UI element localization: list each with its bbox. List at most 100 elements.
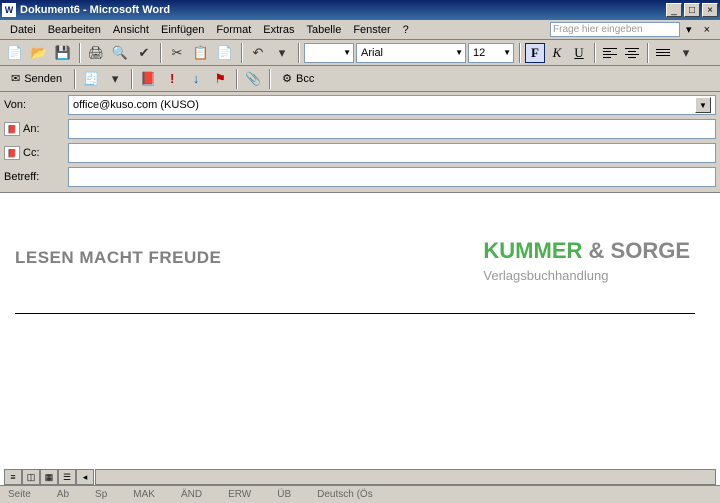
spellcheck-button[interactable]: ✔ <box>133 42 155 64</box>
cc-field[interactable] <box>68 143 716 163</box>
betreff-field[interactable] <box>68 167 716 187</box>
new-doc-button[interactable]: 📄 <box>4 42 26 64</box>
outline-view-button[interactable]: ☰ <box>58 469 76 485</box>
von-row: Von: office@kuso.com (KUSO) ▼ <box>4 94 716 116</box>
send-label: Senden <box>24 73 62 85</box>
word-icon: W <box>2 3 16 17</box>
company-name-green: KUMMER <box>483 238 582 263</box>
send-button[interactable]: ✉ Senden <box>4 68 69 90</box>
status-mak: MAK <box>129 489 159 500</box>
options-button[interactable]: ⚙ Bcc <box>275 68 321 90</box>
align-center-button[interactable] <box>622 43 642 63</box>
an-label[interactable]: 📕An: <box>4 122 64 136</box>
cc-label-text: Cc: <box>23 147 40 159</box>
menu-dropdown-arrow[interactable]: ▾ <box>680 21 698 38</box>
accounts-button[interactable]: 🧾 <box>80 68 102 90</box>
font-name: Arial <box>361 47 383 59</box>
menu-ansicht[interactable]: Ansicht <box>107 22 155 38</box>
betreff-label: Betreff: <box>4 171 64 183</box>
normal-view-button[interactable]: ≡ <box>4 469 22 485</box>
maximize-button[interactable]: □ <box>684 3 700 17</box>
horizontal-rule <box>15 313 695 314</box>
ask-question-box[interactable]: Frage hier eingeben <box>550 22 680 37</box>
scroll-left-button[interactable]: ◂ <box>76 469 94 485</box>
paste-button[interactable]: 📄 <box>214 42 236 64</box>
von-dropdown-arrow[interactable]: ▼ <box>695 97 711 113</box>
status-bar: Seite Ab Sp MAK ÄND ERW ÜB Deutsch (Ös <box>0 485 720 503</box>
italic-button[interactable]: K <box>547 43 567 63</box>
standard-toolbar: 📄 📂 💾 🖨 🔍 ✔ ✂ 📋 📄 ↶ ▾ ▼ Arial▼ 12▼ F K U… <box>0 40 720 66</box>
mail-toolbar: ✉ Senden 🧾 ▾ 📕 ! ↓ ⚑ 📎 ⚙ Bcc <box>0 66 720 92</box>
von-label: Von: <box>4 99 64 111</box>
style-dropdown[interactable]: ▼ <box>304 43 354 63</box>
status-ab: Ab <box>53 489 73 500</box>
addressbook-icon: 📕 <box>4 122 20 136</box>
font-size: 12 <box>473 47 485 59</box>
open-button[interactable]: 📂 <box>28 42 50 64</box>
slogan-text: LESEN MACHT FREUDE <box>15 248 221 268</box>
company-name: KUMMER & SORGE <box>483 238 690 264</box>
copy-button[interactable]: 📋 <box>190 42 212 64</box>
underline-button[interactable]: U <box>569 43 589 63</box>
window-title: Dokument6 - Microsoft Word <box>20 4 666 16</box>
toolbar-options-button[interactable]: ▾ <box>675 42 697 64</box>
cut-button[interactable]: ✂ <box>166 42 188 64</box>
print-preview-button[interactable]: 🔍 <box>109 42 131 64</box>
print-button[interactable]: 🖨 <box>85 42 107 64</box>
an-field[interactable] <box>68 119 716 139</box>
status-and: ÄND <box>177 489 206 500</box>
send-icon: ✉ <box>11 72 20 85</box>
align-left-button[interactable] <box>600 43 620 63</box>
address-book-button[interactable]: 📕 <box>137 68 159 90</box>
status-seite: Seite <box>4 489 35 500</box>
bold-button[interactable]: F <box>525 43 545 63</box>
menu-fenster[interactable]: Fenster <box>347 22 396 38</box>
menu-extras[interactable]: Extras <box>257 22 300 38</box>
an-label-text: An: <box>23 123 40 135</box>
company-name-amp: & <box>582 238 610 263</box>
window-controls: _ □ × <box>666 3 718 17</box>
status-erw: ERW <box>224 489 255 500</box>
view-buttons: ≡ ◫ ▦ ☰ ◂ <box>4 469 94 485</box>
von-value: office@kuso.com (KUSO) <box>73 99 199 111</box>
menu-datei[interactable]: Datei <box>4 22 42 38</box>
company-block: KUMMER & SORGE Verlagsbuchhandlung <box>483 238 690 283</box>
options-icon: ⚙ <box>282 72 292 85</box>
bcc-label: Bcc <box>296 73 314 85</box>
mail-header-fields: Von: office@kuso.com (KUSO) ▼ 📕An: 📕Cc: … <box>0 92 720 192</box>
cc-row: 📕Cc: <box>4 142 716 164</box>
menu-format[interactable]: Format <box>210 22 257 38</box>
font-dropdown[interactable]: Arial▼ <box>356 43 466 63</box>
accounts-arrow[interactable]: ▾ <box>104 68 126 90</box>
bullets-button[interactable] <box>653 43 673 63</box>
company-name-gray: SORGE <box>611 238 690 263</box>
toolbar-more-button[interactable]: ▾ <box>271 42 293 64</box>
minimize-button[interactable]: _ <box>666 3 682 17</box>
undo-button[interactable]: ↶ <box>247 42 269 64</box>
menu-hilfe[interactable]: ? <box>397 22 415 38</box>
priority-down-button[interactable]: ↓ <box>185 68 207 90</box>
document-area[interactable]: LESEN MACHT FREUDE KUMMER & SORGE Verlag… <box>0 192 720 452</box>
horizontal-scrollbar[interactable] <box>95 469 716 485</box>
close-button[interactable]: × <box>702 3 718 17</box>
status-lang: Deutsch (Ös <box>313 489 377 500</box>
print-view-button[interactable]: ▦ <box>40 469 58 485</box>
font-size-dropdown[interactable]: 12▼ <box>468 43 514 63</box>
menu-tabelle[interactable]: Tabelle <box>300 22 347 38</box>
menu-bearbeiten[interactable]: Bearbeiten <box>42 22 107 38</box>
status-sp: Sp <box>91 489 111 500</box>
an-row: 📕An: <box>4 118 716 140</box>
attach-button[interactable]: 📎 <box>242 68 264 90</box>
von-field[interactable]: office@kuso.com (KUSO) ▼ <box>68 95 716 115</box>
addressbook-icon: 📕 <box>4 146 20 160</box>
cc-label[interactable]: 📕Cc: <box>4 146 64 160</box>
check-names-button[interactable]: ! <box>161 68 183 90</box>
flag-button[interactable]: ⚑ <box>209 68 231 90</box>
save-button[interactable]: 💾 <box>52 42 74 64</box>
web-view-button[interactable]: ◫ <box>22 469 40 485</box>
menu-einfuegen[interactable]: Einfügen <box>155 22 210 38</box>
status-ub: ÜB <box>273 489 295 500</box>
window-titlebar: W Dokument6 - Microsoft Word _ □ × <box>0 0 720 20</box>
menu-close-doc[interactable]: × <box>698 22 716 38</box>
company-subtitle: Verlagsbuchhandlung <box>483 268 690 283</box>
